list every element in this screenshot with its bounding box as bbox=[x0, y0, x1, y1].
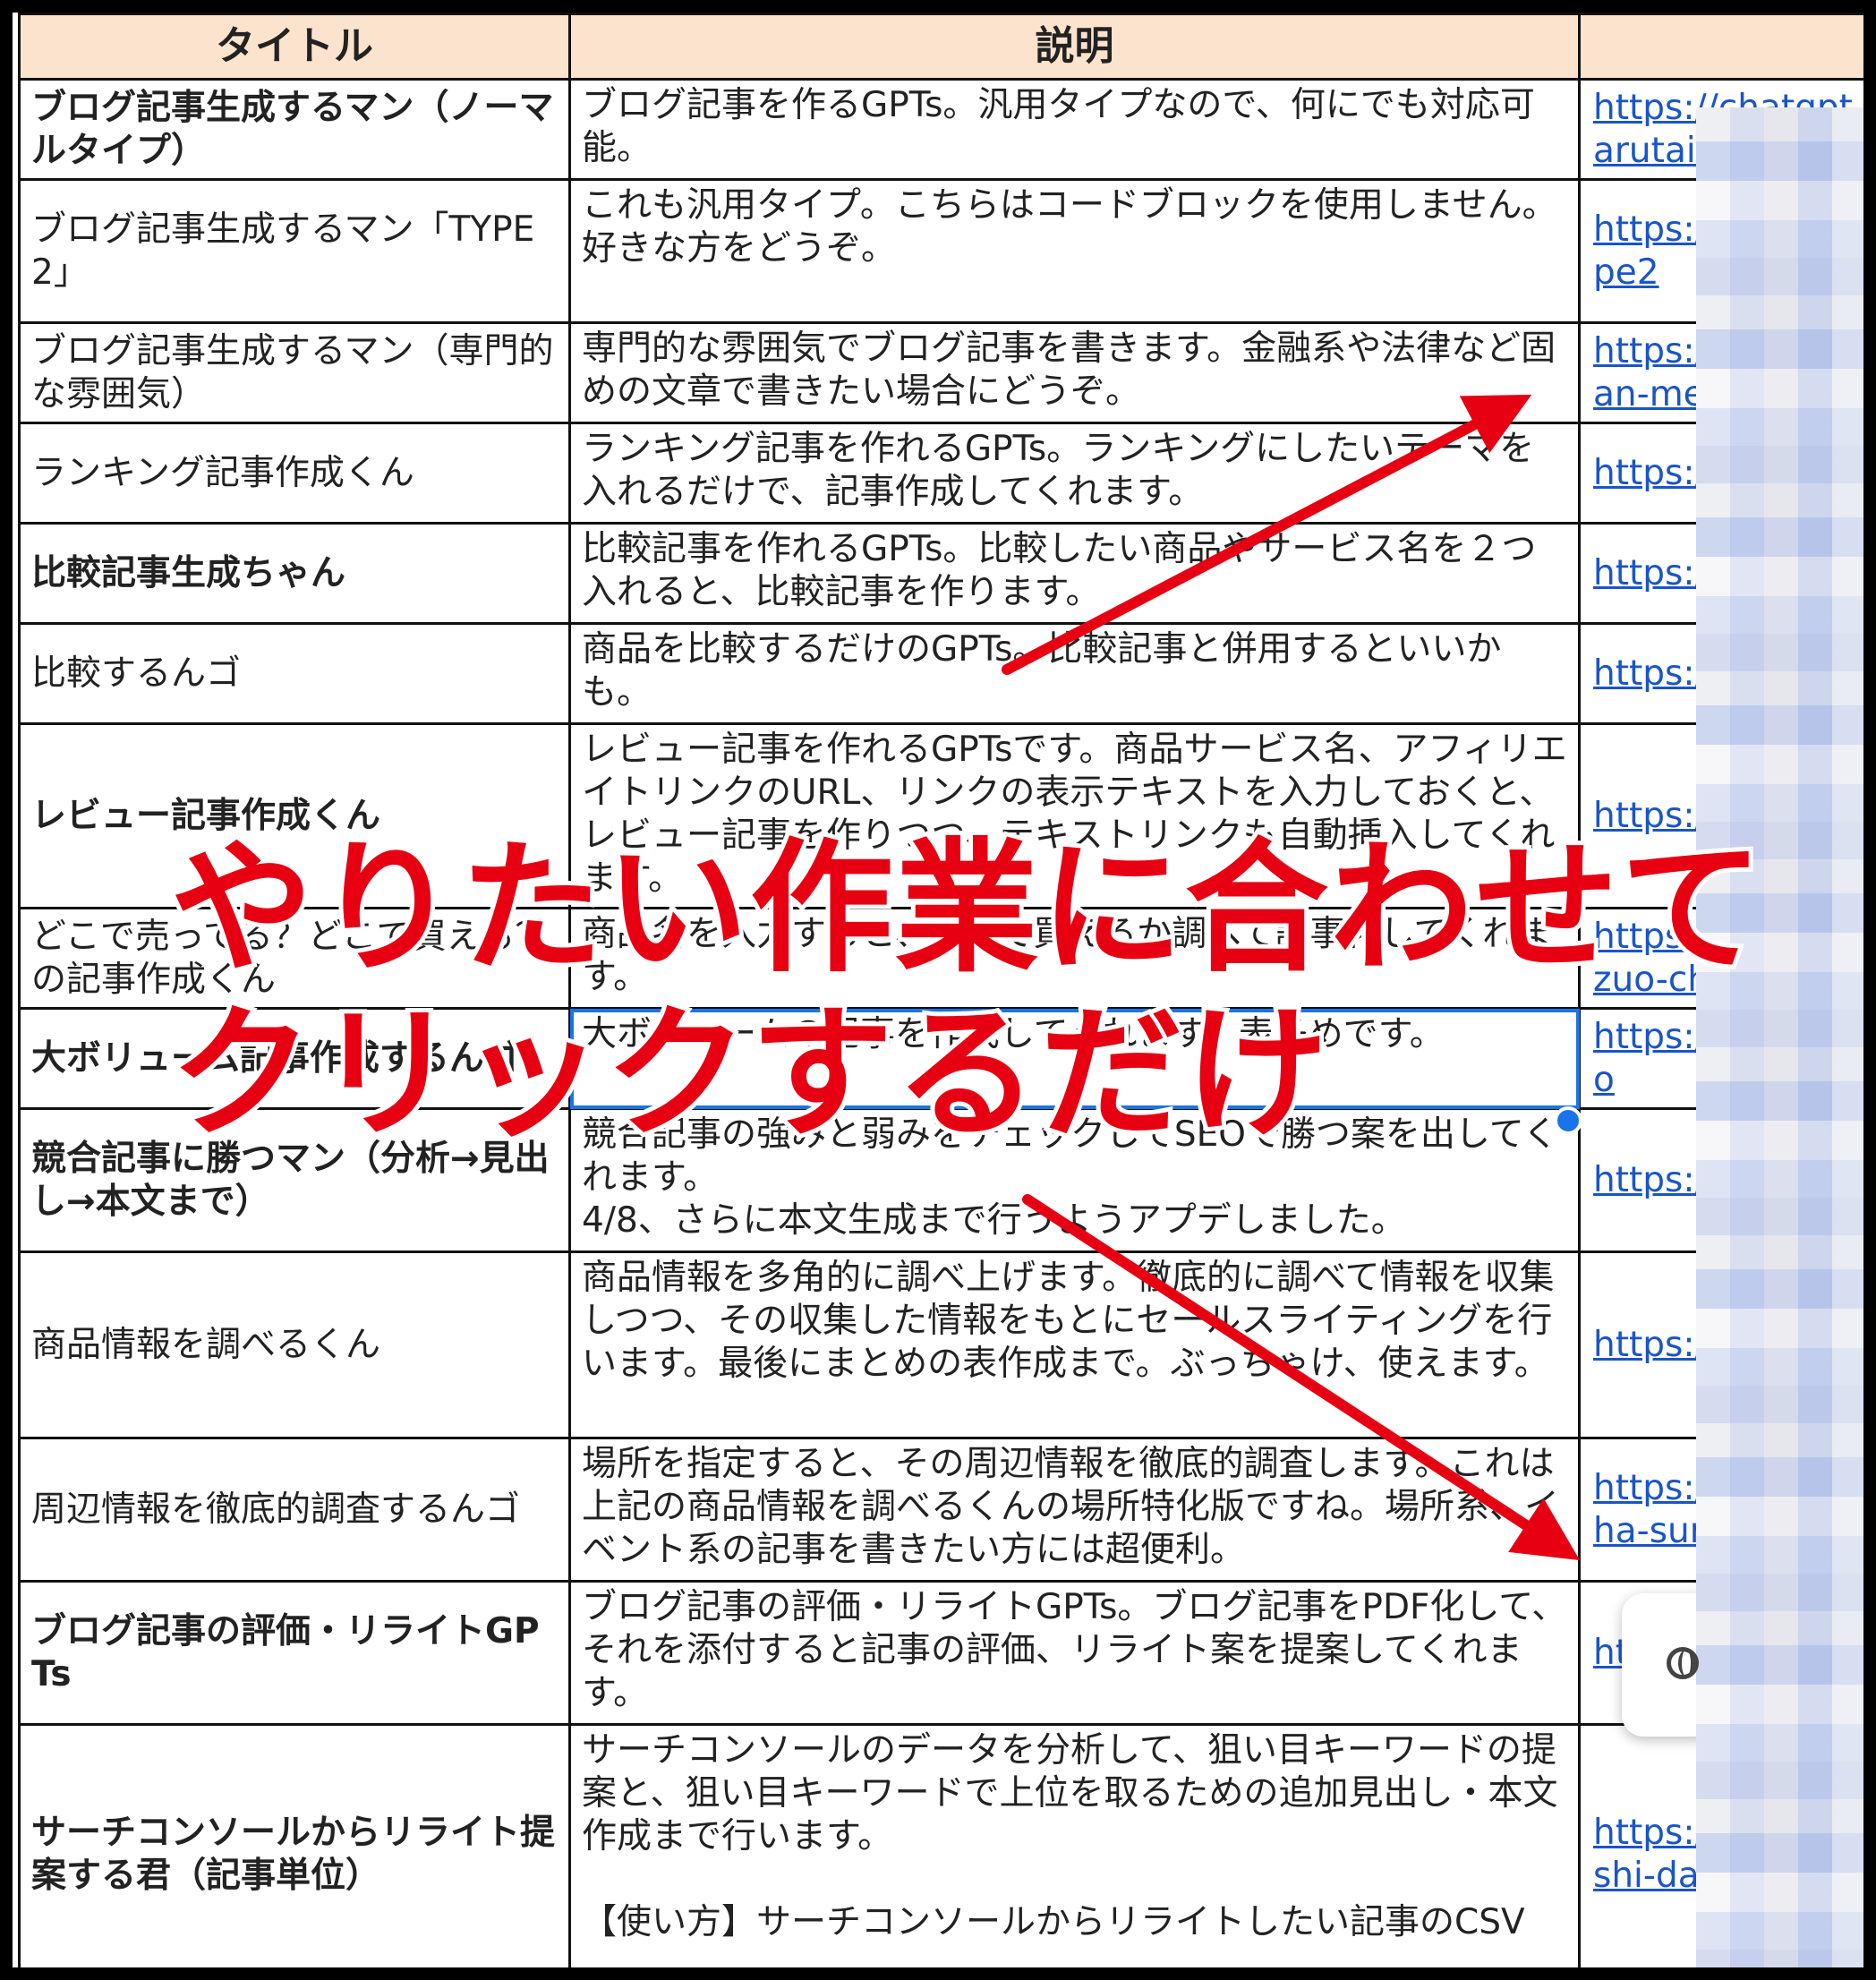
header-url[interactable] bbox=[1578, 13, 1876, 81]
table-row: 比較するんゴ 商品を比較するだけのGPTs。比較記事と併用するといいかも。 http… bbox=[18, 622, 1876, 725]
table-row: 周辺情報を徹底的調査するんゴ 場所を指定すると、その周辺情報を徹底的調査します。こ… bbox=[18, 1437, 1876, 1583]
table-row: サーチコンソールからリライト提案する君（記事単位） サーチコンソールのデータを分析… bbox=[18, 1723, 1876, 1980]
cell-title[interactable]: サーチコンソールからリライト提案する君（記事単位） bbox=[18, 1723, 571, 1980]
cell-title[interactable]: 比較するんゴ bbox=[18, 622, 571, 725]
cell-description[interactable]: ランキング記事を作れるGPTs。ランキングにしたいテーマを入れるだけで、記事作成… bbox=[568, 422, 1581, 525]
cell-description[interactable]: これも汎用タイプ。こちらはコードブロックを使用しません。 好きな方をどうぞ。 bbox=[568, 178, 1581, 324]
cell-description[interactable]: 比較記事を作れるGPTs。比較したい商品やサービス名を２つ入れると、比較記事を作… bbox=[568, 522, 1581, 625]
table-row: ランキング記事作成くん ランキング記事を作れるGPTs。ランキングにしたいテーマを… bbox=[18, 422, 1876, 525]
cell-description[interactable]: ブログ記事の評価・リライトGPTs。ブログ記事をPDF化して、それを添付すると記… bbox=[568, 1580, 1581, 1726]
table-row: ブログ記事生成するマン「TYPE2」 これも汎用タイプ。こちらはコードブロックを使… bbox=[18, 178, 1876, 324]
table-row: ブログ記事の評価・リライトGPTs ブログ記事の評価・リライトGPTs。ブログ記事… bbox=[18, 1580, 1876, 1726]
cell-title[interactable]: ブログ記事生成するマン「TYPE2」 bbox=[18, 178, 571, 324]
header-description[interactable]: 説明 bbox=[568, 13, 1581, 81]
cell-title[interactable]: 商品情報を調べるくん bbox=[18, 1250, 571, 1439]
cell-title[interactable]: ランキング記事作成くん bbox=[18, 422, 571, 525]
globe-icon bbox=[1667, 1647, 1699, 1679]
cell-description[interactable]: 専門的な雰囲気でブログ記事を書きます。金融系や法律など固めの文章で書きたい場合に… bbox=[568, 321, 1581, 424]
header-row: タイトル 説明 bbox=[18, 13, 1876, 81]
overlay-caption-line1: やりたい作業に合わせて bbox=[166, 824, 1768, 994]
cell-description[interactable]: 商品を比較するだけのGPTs。比較記事と併用するといいかも。 bbox=[568, 622, 1581, 725]
header-title[interactable]: タイトル bbox=[18, 13, 571, 81]
cell-title[interactable]: 比較記事生成ちゃん bbox=[18, 522, 571, 625]
selection-handle[interactable] bbox=[1554, 1106, 1582, 1135]
cell-description[interactable]: ブログ記事を作るGPTs。汎用タイプなので、何にでも対応可能。 bbox=[568, 78, 1581, 181]
blurred-url-region bbox=[1696, 107, 1866, 1980]
cell-title[interactable]: ブログ記事の評価・リライトGPTs bbox=[18, 1580, 571, 1726]
table-row: ブログ記事生成するマン（ノーマルタイプ） ブログ記事を作るGPTs。汎用タイプなの… bbox=[18, 78, 1876, 181]
cell-description[interactable]: サーチコンソールのデータを分析して、狙い目キーワードの提案と、狙い目キーワードで… bbox=[568, 1723, 1581, 1980]
table-row: 商品情報を調べるくん 商品情報を多角的に調べ上げます。徹底的に調べて情報を収集しつ… bbox=[18, 1250, 1876, 1439]
cell-description[interactable]: 商品情報を多角的に調べ上げます。徹底的に調べて情報を収集しつつ、その収集した情報… bbox=[568, 1250, 1581, 1439]
cell-title[interactable]: ブログ記事生成するマン（ノーマルタイプ） bbox=[18, 78, 571, 181]
cell-title[interactable]: ブログ記事生成するマン（専門的な雰囲気） bbox=[18, 321, 571, 424]
cell-title[interactable]: 周辺情報を徹底的調査するんゴ bbox=[18, 1437, 571, 1583]
table-row: 比較記事生成ちゃん 比較記事を作れるGPTs。比較したい商品やサービス名を２つ入れ… bbox=[18, 522, 1876, 625]
overlay-caption-line2: クリックするだけ bbox=[166, 989, 1333, 1159]
cell-description[interactable]: 場所を指定すると、その周辺情報を徹底的調査します。これは上記の商品情報を調べるく… bbox=[568, 1437, 1581, 1583]
table-row: ブログ記事生成するマン（専門的な雰囲気） 専門的な雰囲気でブログ記事を書きます。金… bbox=[18, 321, 1876, 424]
